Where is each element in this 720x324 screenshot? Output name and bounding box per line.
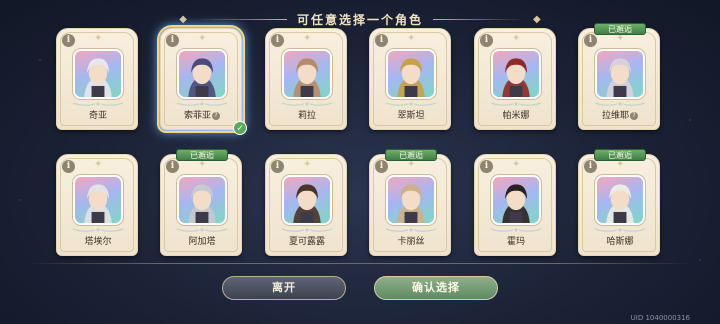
- sparkle-icon: ✦: [512, 159, 521, 170]
- met-status-badge: 已邂逅: [594, 149, 646, 161]
- character-portrait: [177, 175, 227, 225]
- footer-divider: [28, 263, 692, 264]
- character-card[interactable]: i ✦ 莉拉: [265, 28, 347, 130]
- laurel-icon: [175, 219, 229, 232]
- character-card[interactable]: i ✦ 奇亚: [56, 28, 138, 130]
- character-name-row: 索菲亚?: [161, 108, 243, 121]
- laurel-icon: [280, 93, 334, 106]
- info-icon[interactable]: i: [62, 34, 75, 47]
- sparkle-icon: ✦: [303, 33, 312, 44]
- character-card[interactable]: i ✦ 塔埃尔: [56, 154, 138, 256]
- character-name: 翠斯坦: [397, 111, 425, 121]
- character-name-row: 奇亚: [57, 108, 139, 121]
- character-name-row: 帕米娜: [475, 108, 557, 121]
- laurel-icon: [71, 219, 125, 232]
- laurel-icon: [71, 93, 125, 106]
- character-card[interactable]: i ✦ 索菲亚? ✓: [157, 25, 247, 135]
- sparkle-icon: ✦: [407, 33, 416, 44]
- info-icon[interactable]: i: [584, 34, 597, 47]
- selected-check-icon: ✓: [233, 121, 247, 135]
- laurel-icon: [280, 219, 334, 232]
- character-portrait: [491, 175, 541, 225]
- character-card[interactable]: i ✦ 已邂逅 拉维耶?: [578, 23, 661, 130]
- met-status-badge: 已邂逅: [176, 149, 228, 161]
- character-name: 哈斯娜: [606, 237, 634, 247]
- laurel-icon: [384, 219, 438, 232]
- character-name: 奇亚: [88, 111, 107, 121]
- character-name-row: 塔埃尔: [57, 234, 139, 247]
- character-card[interactable]: i ✦ 已邂逅 哈斯娜: [578, 149, 661, 256]
- title-divider-left: [196, 18, 287, 20]
- character-name: 夏可露露: [288, 237, 325, 247]
- info-icon[interactable]: i: [375, 160, 388, 173]
- laurel-icon: [489, 219, 543, 232]
- character-portrait: [73, 175, 123, 225]
- info-icon[interactable]: i: [375, 34, 388, 47]
- laurel-icon: [384, 93, 438, 106]
- character-portrait: [177, 49, 227, 99]
- character-name: 阿加塔: [188, 237, 216, 247]
- character-portrait: [73, 49, 123, 99]
- info-icon[interactable]: i: [166, 34, 179, 47]
- character-card[interactable]: i ✦ 已邂逅 阿加塔: [160, 149, 243, 256]
- sparkle-icon: ✦: [198, 33, 207, 44]
- character-name-row: 卡丽丝: [370, 234, 452, 247]
- info-icon[interactable]: i: [166, 160, 179, 173]
- met-status-badge: 已邂逅: [594, 23, 646, 35]
- page-title: 可任意选择一个角色: [296, 12, 423, 27]
- character-name-row: 霍玛: [475, 234, 557, 247]
- character-name: 索菲亚: [183, 111, 211, 121]
- leave-button[interactable]: 离开: [222, 276, 346, 300]
- ornament-right-icon: ◆: [533, 13, 541, 25]
- character-name-row: 阿加塔: [161, 234, 243, 247]
- character-portrait: [491, 49, 541, 99]
- confirm-selection-button[interactable]: 确认选择: [374, 276, 498, 300]
- met-status-badge: 已邂逅: [385, 149, 437, 161]
- sparkle-icon: ✦: [94, 159, 103, 170]
- character-name-row: 翠斯坦: [370, 108, 452, 121]
- character-portrait: [386, 175, 436, 225]
- info-icon[interactable]: i: [584, 160, 597, 173]
- character-grid: i ✦ 奇亚 i ✦ 索菲亚? ✓ i ✦ 莉拉 i ✦ 翠斯坦 i ✦ 帕米娜 i ✦ 已邂逅 拉维耶? i ✦ 塔埃尔 i…: [56, 23, 668, 258]
- sparkle-icon: ✦: [303, 159, 312, 170]
- character-portrait: [282, 49, 332, 99]
- help-icon[interactable]: ?: [630, 112, 638, 120]
- character-card[interactable]: i ✦ 夏可露露: [265, 154, 347, 256]
- character-name: 卡丽丝: [397, 237, 425, 247]
- character-name: 拉维耶: [601, 111, 629, 121]
- character-portrait: [386, 49, 436, 99]
- character-portrait: [595, 175, 645, 225]
- info-icon[interactable]: i: [62, 160, 75, 173]
- info-icon[interactable]: i: [271, 34, 284, 47]
- character-name-row: 莉拉: [266, 108, 348, 121]
- character-portrait: [595, 49, 645, 99]
- character-name: 帕米娜: [502, 111, 530, 121]
- info-icon[interactable]: i: [271, 160, 284, 173]
- help-icon[interactable]: ?: [212, 112, 220, 120]
- info-icon[interactable]: i: [480, 34, 493, 47]
- title-divider-right: [433, 18, 523, 20]
- laurel-icon: [593, 219, 647, 232]
- character-name: 霍玛: [506, 237, 525, 247]
- character-name-row: 哈斯娜: [579, 234, 661, 247]
- character-card[interactable]: i ✦ 已邂逅 卡丽丝: [369, 149, 452, 256]
- character-name-row: 拉维耶?: [579, 108, 661, 121]
- character-name: 塔埃尔: [84, 237, 112, 247]
- character-name: 莉拉: [297, 111, 316, 121]
- user-id-label: UID 1040000316: [630, 314, 690, 322]
- info-icon[interactable]: i: [480, 160, 493, 173]
- character-portrait: [282, 175, 332, 225]
- laurel-icon: [489, 93, 543, 106]
- sparkle-icon: ✦: [512, 33, 521, 44]
- character-card[interactable]: i ✦ 帕米娜: [474, 28, 556, 130]
- ornament-left-icon: ◆: [179, 13, 187, 25]
- character-card[interactable]: i ✦ 霍玛: [474, 154, 556, 256]
- character-name-row: 夏可露露: [266, 234, 348, 247]
- laurel-icon: [175, 93, 229, 106]
- laurel-icon: [593, 93, 647, 106]
- character-card[interactable]: i ✦ 翠斯坦: [369, 28, 451, 130]
- sparkle-icon: ✦: [94, 33, 103, 44]
